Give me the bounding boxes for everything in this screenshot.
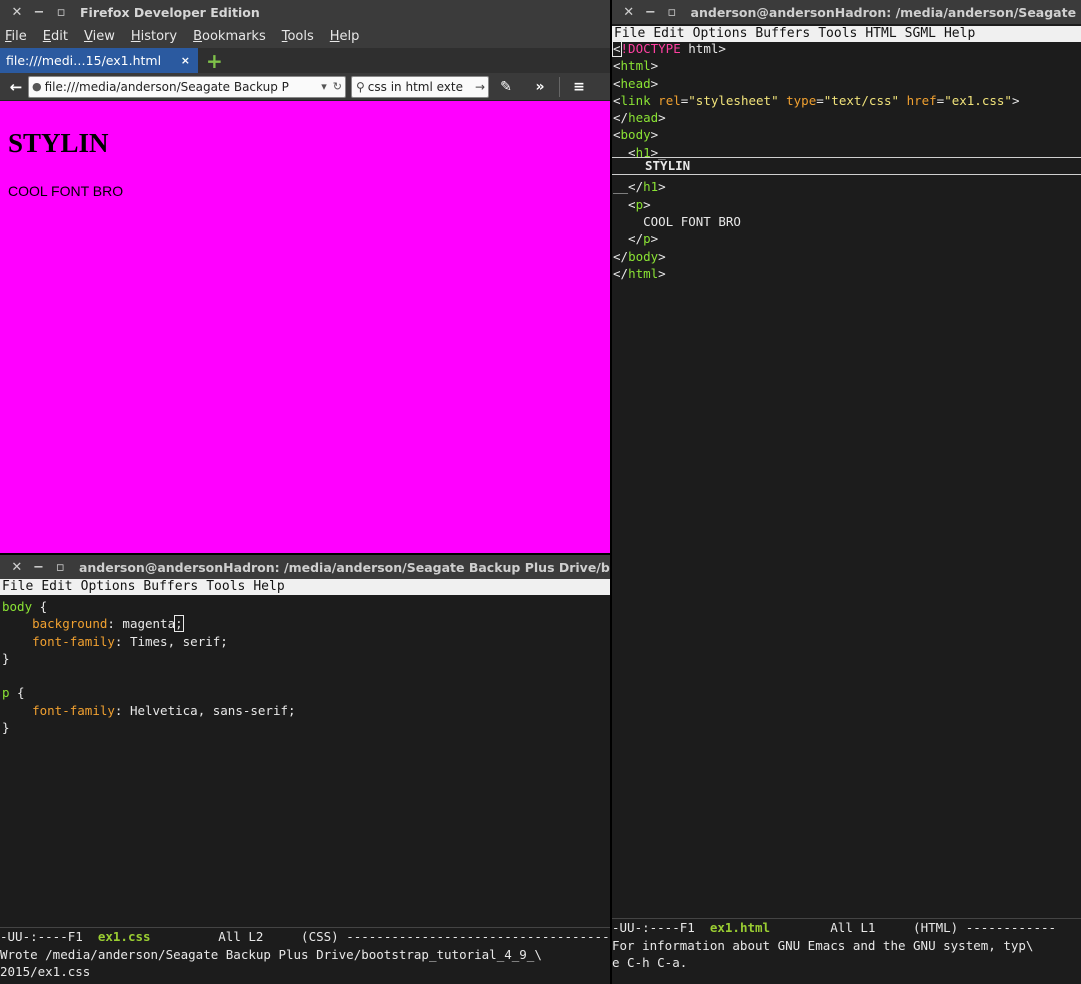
menu-html[interactable]: HTML [865, 26, 896, 41]
menu-edit[interactable]: Edit [40, 29, 71, 44]
tab-close-icon[interactable]: × [181, 54, 190, 67]
emacs-html-titlebar: ✕ − ▫ anderson@andersonHadron: /media/an… [612, 0, 1081, 24]
menu-tools[interactable]: Tools [279, 29, 317, 44]
firefox-titlebar: ✕ − ▫ Firefox Developer Edition [0, 0, 610, 24]
new-tab-icon[interactable]: + [206, 49, 223, 73]
buffer-name: ex1.html [709, 920, 771, 935]
menu-tools[interactable]: Tools [206, 579, 245, 594]
menu-history[interactable]: History [128, 29, 180, 44]
menu-edit[interactable]: Edit [41, 579, 72, 594]
minimize-icon[interactable]: − [640, 5, 662, 20]
emacs-html-window: ✕ − ▫ anderson@andersonHadron: /media/an… [612, 0, 1081, 984]
html-modeline: -UU-:----F1 ex1.html All L1 (HTML) -----… [612, 918, 1081, 935]
reload-icon[interactable]: ↻ [330, 80, 345, 93]
hamburger-menu-icon[interactable]: ≡ [562, 79, 596, 95]
minimize-icon[interactable]: − [28, 5, 50, 20]
echo-area: For information about GNU Emacs and the … [612, 938, 1034, 970]
menu-help[interactable]: Help [327, 29, 363, 44]
menu-sgml[interactable]: SGML [905, 26, 936, 41]
toolbar-separator [559, 76, 560, 97]
maximize-icon[interactable]: ▫ [49, 560, 71, 575]
minimize-icon[interactable]: − [28, 560, 50, 575]
menu-options[interactable]: Options [693, 26, 748, 41]
firefox-window: ✕ − ▫ Firefox Developer Edition File Edi… [0, 0, 610, 553]
search-bar[interactable]: ⚲ css in html exte → [351, 75, 489, 98]
close-icon[interactable]: ✕ [6, 5, 28, 20]
css-code-buffer[interactable]: body { background: magenta; font-family:… [2, 598, 296, 736]
menu-file[interactable]: File [614, 26, 645, 41]
close-icon[interactable]: ✕ [6, 560, 28, 575]
maximize-icon[interactable]: ▫ [50, 5, 72, 20]
h1-rendered-line: STYLIN [612, 157, 1081, 175]
window-title: anderson@andersonHadron: /media/anderson… [78, 559, 610, 575]
css-modeline: -UU-:----F1 ex1.css All L2 (CSS) -------… [0, 927, 610, 944]
h1-text: STYLIN [645, 158, 691, 173]
search-icon: ⚲ [356, 79, 365, 94]
maximize-icon[interactable]: ▫ [661, 5, 683, 20]
emacs-css-window: ✕ − ▫ anderson@andersonHadron: /media/an… [0, 555, 610, 984]
buffer-name: ex1.css [97, 929, 151, 944]
menu-help[interactable]: Help [253, 579, 284, 594]
wrench-icon[interactable]: ✎ [489, 79, 523, 95]
page-paragraph: COOL FONT BRO [8, 183, 124, 199]
tab-ex1[interactable]: file:///medi…15/ex1.html × [0, 48, 198, 73]
dropdown-arrow-icon[interactable]: ▾ [318, 80, 330, 93]
tab-label: file:///medi…15/ex1.html [6, 53, 162, 68]
window-title: anderson@andersonHadron: /media/anderson… [690, 4, 1081, 20]
menu-tools[interactable]: Tools [818, 26, 857, 41]
tab-strip: file:///medi…15/ex1.html × + [0, 48, 610, 73]
url-text: file:///media/anderson/Seagate Backup P [44, 79, 289, 94]
echo-area: Wrote /media/anderson/Seagate Backup Plu… [0, 947, 542, 979]
menu-view[interactable]: View [81, 29, 118, 44]
window-title: Firefox Developer Edition [80, 4, 260, 20]
firefox-menubar: File Edit View History Bookmarks Tools H… [0, 24, 610, 48]
menu-help[interactable]: Help [944, 26, 975, 41]
globe-icon: ● [32, 80, 42, 93]
back-arrow-icon[interactable]: ← [4, 78, 28, 96]
menu-options[interactable]: Options [81, 579, 136, 594]
page-heading: STYLIN [8, 128, 109, 158]
menu-buffers[interactable]: Buffers [143, 579, 198, 594]
search-go-arrow-icon[interactable]: → [472, 80, 488, 94]
text-cursor: ; [174, 615, 184, 633]
page-viewport: STYLIN COOL FONT BRO [0, 101, 610, 553]
search-text: css in html exte [367, 79, 463, 94]
text-cursor: < [612, 40, 622, 57]
emacs-css-menubar: File Edit Options Buffers Tools Help [0, 579, 610, 595]
menu-bookmarks[interactable]: Bookmarks [190, 29, 269, 44]
url-bar[interactable]: ● file:///media/anderson/Seagate Backup … [28, 75, 346, 98]
close-icon[interactable]: ✕ [618, 5, 640, 20]
menu-file[interactable]: File [2, 579, 33, 594]
menu-file[interactable]: File [2, 29, 30, 44]
menu-edit[interactable]: Edit [653, 26, 684, 41]
menu-buffers[interactable]: Buffers [755, 26, 810, 41]
overflow-chevron-icon[interactable]: » [523, 79, 557, 95]
navigation-toolbar: ← ● file:///media/anderson/Seagate Backu… [0, 73, 610, 101]
emacs-css-titlebar: ✕ − ▫ anderson@andersonHadron: /media/an… [0, 555, 610, 579]
